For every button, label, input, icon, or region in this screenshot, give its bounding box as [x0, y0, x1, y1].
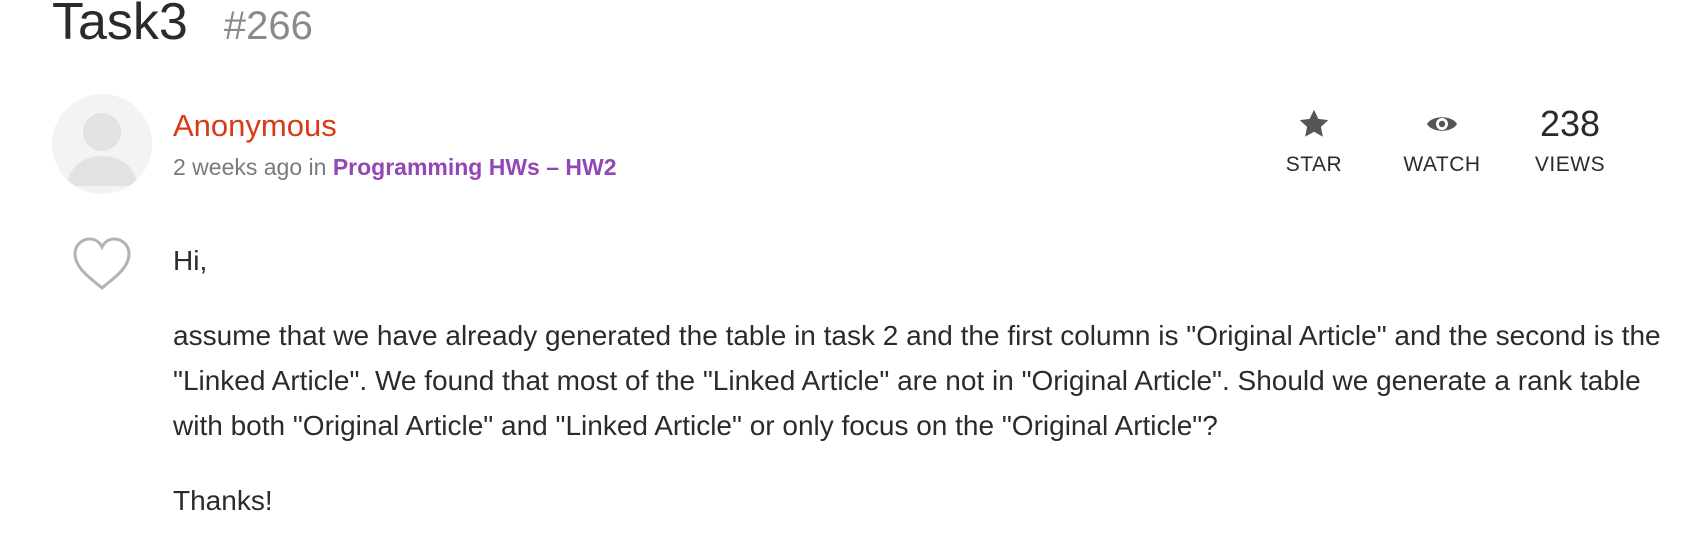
avatar[interactable] — [52, 94, 152, 194]
star-label: STAR — [1285, 153, 1343, 176]
views-label: VIEWS — [1534, 153, 1606, 176]
category-link[interactable]: Programming HWs – HW2 — [333, 154, 617, 180]
heart-outline-icon — [73, 237, 131, 291]
post-greeting: Hi, — [173, 245, 208, 276]
watch-button[interactable]: WATCH — [1378, 96, 1506, 180]
views-stat: 238 VIEWS — [1506, 96, 1634, 180]
post-time: 2 weeks ago — [173, 154, 303, 180]
post-meta: Anonymous 2 weeks ago in Programming HWs… — [173, 104, 617, 186]
like-button[interactable] — [71, 236, 133, 292]
post-body: Hi, assume that we have already generate… — [173, 238, 1663, 553]
thread-header: Task3 #266 — [52, 0, 313, 62]
post-meta-line: 2 weeks ago in Programming HWs – HW2 — [173, 148, 617, 186]
post-closing: Thanks! — [173, 485, 273, 516]
eye-icon — [1425, 96, 1459, 152]
thread-stats: STAR WATCH 238 VIEWS — [1250, 96, 1634, 180]
watch-label: WATCH — [1403, 153, 1481, 176]
thread-title: Task3 — [52, 0, 188, 51]
views-count: 238 — [1539, 103, 1601, 144]
star-icon — [1296, 96, 1332, 152]
avatar-placeholder-icon — [52, 94, 152, 194]
star-button[interactable]: STAR — [1250, 96, 1378, 180]
author-name[interactable]: Anonymous — [173, 104, 617, 148]
in-word: in — [308, 154, 327, 180]
post-paragraph: assume that we have already generated th… — [173, 320, 1661, 441]
thread-number: #266 — [223, 4, 313, 48]
